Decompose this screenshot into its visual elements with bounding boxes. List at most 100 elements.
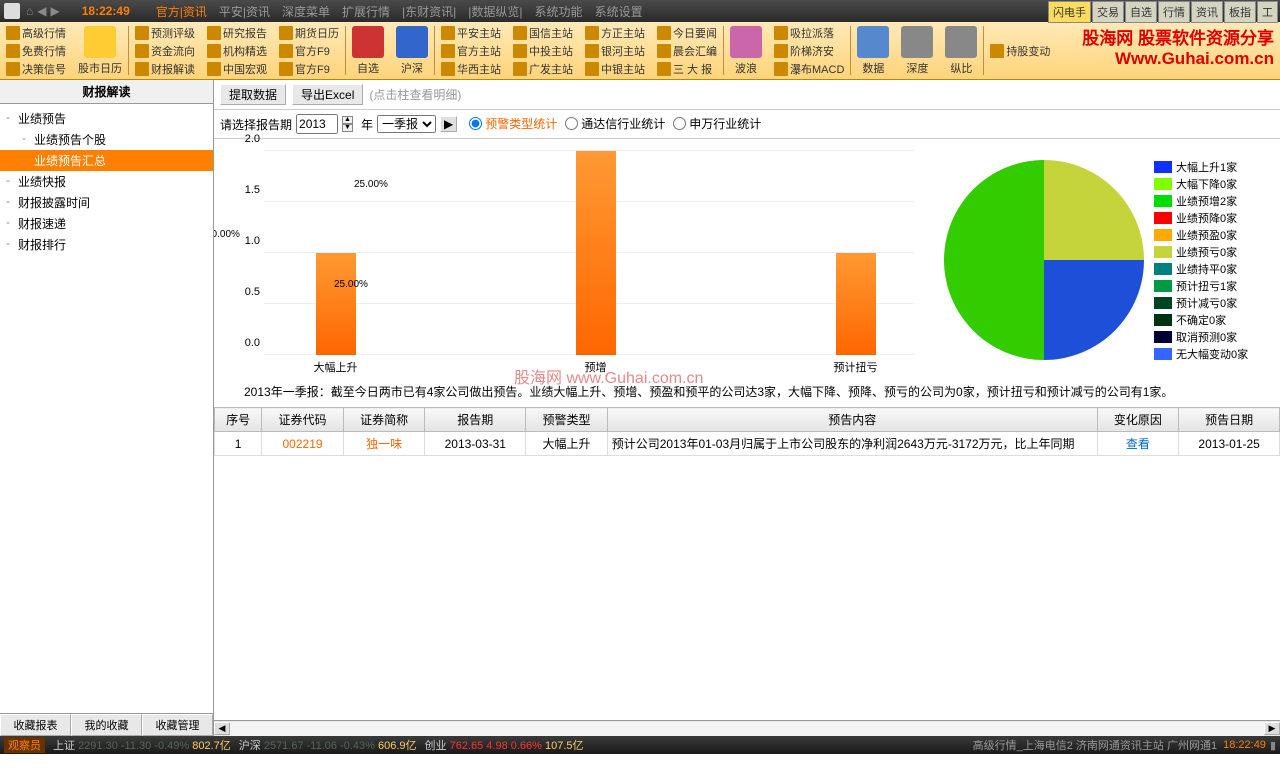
col-header[interactable]: 序号: [215, 408, 262, 432]
tb-compare[interactable]: 纵比: [939, 22, 983, 79]
toolbar-item[interactable]: 方正主站: [583, 24, 647, 42]
table-row[interactable]: 1002219独一味2013-03-31大幅上升预计公司2013年01-03月归…: [215, 432, 1280, 456]
toolbar-item[interactable]: 今日要闻: [655, 24, 719, 42]
export-button[interactable]: 导出Excel: [292, 84, 363, 105]
view-link[interactable]: 查看: [1097, 432, 1179, 456]
tree-item[interactable]: 财报速递: [0, 213, 213, 234]
toolbar-item[interactable]: 资金流向: [133, 42, 197, 60]
year-up-icon[interactable]: ▲: [342, 116, 353, 124]
tree-item[interactable]: 业绩预告: [0, 108, 213, 129]
tree-item[interactable]: 财报排行: [0, 234, 213, 255]
tb-hs[interactable]: 沪深: [390, 22, 434, 79]
bar-chart[interactable]: 0.00.51.01.52.0大幅上升预增预计扭亏: [224, 145, 924, 375]
year-down-icon[interactable]: ▼: [342, 124, 353, 132]
menu-item[interactable]: 官方|资讯: [150, 5, 213, 19]
menu-item[interactable]: |数据纵览|: [462, 5, 528, 19]
index-ticker[interactable]: 沪深 2571.67 -11.06 -0.43% 606.9亿: [239, 740, 417, 752]
col-header[interactable]: 报告期: [425, 408, 526, 432]
tab-自选[interactable]: 自选: [1125, 1, 1157, 23]
tree-item[interactable]: 业绩快报: [0, 171, 213, 192]
col-header[interactable]: 变化原因: [1097, 408, 1179, 432]
toolbar-item[interactable]: 期货日历: [277, 24, 341, 42]
toolbar-item[interactable]: 高级行情: [4, 24, 68, 42]
tb-wave[interactable]: 波浪: [724, 22, 768, 79]
toolbar-item[interactable]: 三 大 报: [655, 60, 719, 78]
h-scrollbar[interactable]: ◀▶: [214, 720, 1280, 736]
toolbar-icon: [135, 62, 149, 76]
bar[interactable]: [316, 253, 356, 355]
index-ticker[interactable]: 创业 762.65 4.98 0.66% 107.5亿: [425, 740, 584, 752]
sidebar-btn[interactable]: 收藏报表: [0, 714, 71, 736]
toolbar-icon: [6, 44, 20, 58]
col-header[interactable]: 证券代码: [262, 408, 344, 432]
tree-item[interactable]: 财报披露时间: [0, 192, 213, 213]
toolbar-item[interactable]: 华西主站: [439, 60, 503, 78]
forward-icon[interactable]: ▶: [50, 4, 59, 18]
bar[interactable]: [576, 151, 616, 355]
tree-item[interactable]: 业绩预告汇总: [0, 150, 213, 171]
bar[interactable]: [836, 253, 876, 355]
toolbar-item[interactable]: 预测评级: [133, 24, 197, 42]
menu-item[interactable]: 系统功能: [529, 5, 589, 19]
menu-item[interactable]: |东财资讯|: [396, 5, 462, 19]
radio-opt[interactable]: 通达信行业统计: [565, 115, 665, 132]
app-icon[interactable]: [4, 3, 20, 19]
tb-depth[interactable]: 深度: [895, 22, 939, 79]
menu-item[interactable]: 平安|资讯: [213, 5, 276, 19]
pie-chart[interactable]: [944, 160, 1144, 360]
tab-工[interactable]: 工: [1257, 1, 1278, 23]
tb-data[interactable]: 数据: [851, 22, 895, 79]
toolbar-item[interactable]: 官方主站: [439, 42, 503, 60]
go-button[interactable]: ▶: [440, 116, 457, 132]
toolbar-item[interactable]: 阶梯济安: [772, 42, 846, 60]
tab-交易[interactable]: 交易: [1092, 1, 1124, 23]
toolbar-item[interactable]: 中国宏观: [205, 60, 269, 78]
extract-button[interactable]: 提取数据: [220, 84, 286, 105]
toolbar-item[interactable]: 官方F9: [277, 60, 341, 78]
tb-holding[interactable]: 持股变动: [988, 42, 1052, 60]
toolbar-item[interactable]: 研究报告: [205, 24, 269, 42]
toolbar-item[interactable]: 平安主站: [439, 24, 503, 42]
toolbar-item[interactable]: 财报解读: [133, 60, 197, 78]
sidebar-btn[interactable]: 收藏管理: [142, 714, 213, 736]
tb-self[interactable]: 自选: [346, 22, 390, 79]
toolbar-icon: [513, 26, 527, 40]
menu-item[interactable]: 深度菜单: [276, 5, 336, 19]
period-select[interactable]: 一季报: [377, 115, 436, 133]
menu-item[interactable]: 扩展行情: [336, 5, 396, 19]
tab-板指[interactable]: 板指: [1224, 1, 1256, 23]
toolbar-item[interactable]: 中投主站: [511, 42, 575, 60]
home-icon[interactable]: ⌂: [26, 4, 33, 18]
col-header[interactable]: 预告日期: [1179, 408, 1280, 432]
tab-资讯[interactable]: 资讯: [1191, 1, 1223, 23]
toolbar-item[interactable]: 银河主站: [583, 42, 647, 60]
toolbar-item[interactable]: 决策信号: [4, 60, 68, 78]
tree-item[interactable]: 业绩预告个股: [0, 129, 213, 150]
toolbar-item[interactable]: 吸拉派落: [772, 24, 846, 42]
tb-calendar[interactable]: 股市日历: [72, 22, 128, 79]
sidebar-btn[interactable]: 我的收藏: [71, 714, 142, 736]
tab-闪电手[interactable]: 闪电手: [1048, 1, 1091, 23]
menu-item[interactable]: 系统设置: [589, 5, 649, 19]
legend-item: 业绩持平0家: [1154, 261, 1248, 277]
toolbar-item[interactable]: 机构精选: [205, 42, 269, 60]
toolbar-item[interactable]: 晨会汇编: [655, 42, 719, 60]
index-ticker[interactable]: 上证 2291.30 -11.30 -0.49% 802.7亿: [53, 740, 231, 752]
toolbar-item[interactable]: 广发主站: [511, 60, 575, 78]
toolbar-item[interactable]: 瀑布MACD: [772, 60, 846, 78]
year-input[interactable]: [296, 114, 338, 134]
tab-行情[interactable]: 行情: [1158, 1, 1190, 23]
col-header[interactable]: 预警类型: [526, 408, 608, 432]
toolbar-item[interactable]: 中银主站: [583, 60, 647, 78]
radio-opt[interactable]: 申万行业统计: [673, 115, 761, 132]
observer-badge[interactable]: 观察员: [4, 737, 45, 753]
status-bar: 观察员 上证 2291.30 -11.30 -0.49% 802.7亿沪深 25…: [0, 736, 1280, 754]
back-icon[interactable]: ◀: [37, 4, 46, 18]
toolbar-item[interactable]: 官方F9: [277, 42, 341, 60]
filter-label: 请选择报告期: [220, 116, 292, 133]
toolbar-item[interactable]: 国信主站: [511, 24, 575, 42]
col-header[interactable]: 预告内容: [607, 408, 1097, 432]
toolbar-item[interactable]: 免费行情: [4, 42, 68, 60]
radio-opt[interactable]: 预警类型统计: [469, 115, 557, 132]
col-header[interactable]: 证券简称: [343, 408, 425, 432]
